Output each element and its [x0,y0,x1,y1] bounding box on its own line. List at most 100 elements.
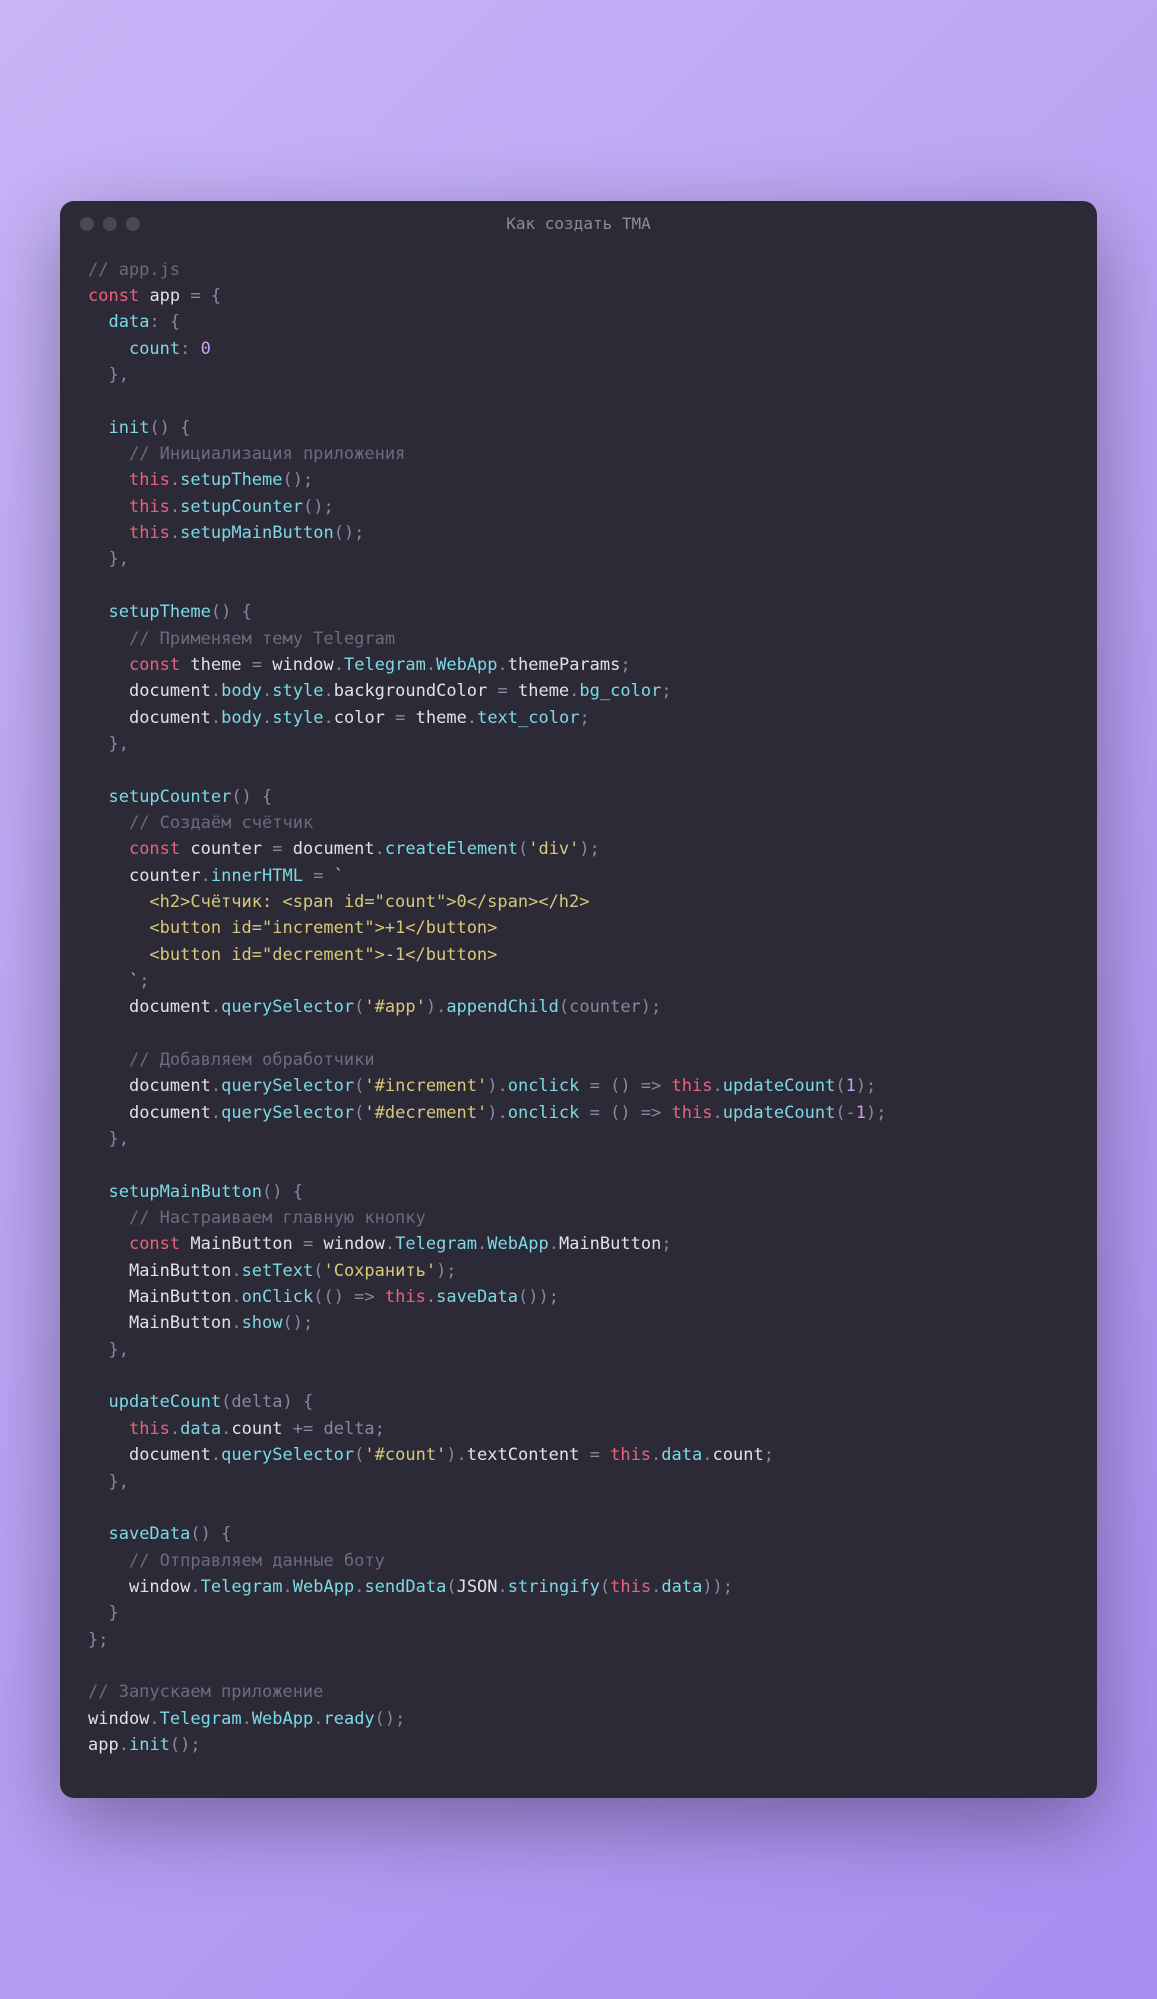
string: <button id="increment">+1</button> [88,918,497,938]
punct: ). [487,1103,507,1123]
punct: = [303,866,334,886]
method: querySelector [221,1445,354,1465]
identifier: window [88,1709,149,1729]
punct: (); [375,1709,406,1729]
property: data [108,312,149,332]
punct: . [211,997,221,1017]
method: querySelector [221,1103,354,1123]
punct: . [467,708,477,728]
property: Telegram [344,655,426,675]
string: '#increment' [364,1076,487,1096]
punct: . [323,681,333,701]
punct: . [201,866,211,886]
code-comment: // Запускаем приложение [88,1682,323,1702]
identifier: window [272,655,333,675]
punct: . [262,681,272,701]
punct: ( [835,1076,845,1096]
punct: : [180,339,200,359]
identifier: document [129,1445,211,1465]
punct: ). [487,1076,507,1096]
property: onclick [508,1076,580,1096]
punct: . [477,1234,487,1254]
keyword: this [610,1445,651,1465]
keyword: const [129,655,180,675]
string: '#count' [364,1445,446,1465]
punct: = [242,655,273,675]
punct: () { [149,418,190,438]
keyword: this [610,1577,651,1597]
keyword: this [129,1419,170,1439]
minimize-icon[interactable] [103,217,117,231]
punct: . [712,1103,722,1123]
identifier: theme [190,655,241,675]
identifier: counter [129,866,201,886]
punct: . [231,1287,241,1307]
punct: ( [518,839,528,859]
close-icon[interactable] [80,217,94,231]
method: createElement [385,839,518,859]
keyword: const [129,839,180,859]
method: appendChild [446,997,559,1017]
punct: ). [426,997,446,1017]
identifier: window [129,1577,190,1597]
method: saveData [108,1524,190,1544]
string: ` [334,866,344,886]
punct: . [354,1577,364,1597]
method: ready [323,1709,374,1729]
property: data [661,1577,702,1597]
keyword: this [129,470,170,490]
method: show [242,1313,283,1333]
identifier: MainButton [129,1287,231,1307]
punct: }, [108,1340,128,1360]
string: '#decrement' [364,1103,487,1123]
code-window: Как создать TMA // app.js const app = { … [60,201,1097,1799]
punct: ); [866,1103,886,1123]
identifier: theme [518,681,569,701]
punct: . [702,1445,712,1465]
maximize-icon[interactable] [126,217,140,231]
method: setupTheme [108,602,210,622]
punct: } [108,1603,118,1623]
punct: . [211,708,221,728]
identifier: document [293,839,375,859]
punct: = [293,1234,324,1254]
punct: (- [835,1103,855,1123]
punct: . [375,839,385,859]
string: 'Сохранить' [323,1261,436,1281]
method: onClick [242,1287,314,1307]
property: data [180,1419,221,1439]
punct: . [385,1234,395,1254]
method: setText [242,1261,314,1281]
punct: . [651,1577,661,1597]
property: count [129,339,180,359]
punct: . [170,1419,180,1439]
method: updateCount [723,1076,836,1096]
punct: . [221,1419,231,1439]
punct: ); [856,1076,876,1096]
method: setupMainButton [108,1182,262,1202]
punct: (delta) { [221,1392,313,1412]
identifier: document [129,997,211,1017]
number: 1 [846,1076,856,1096]
punct: ( [354,1076,364,1096]
property: textContent [467,1445,580,1465]
punct: = [579,1076,610,1096]
code-comment: // Добавляем обработчики [129,1050,375,1070]
punct: (); [334,523,365,543]
punct: (); [283,1313,314,1333]
punct: . [712,1076,722,1096]
property: bg_color [579,681,661,701]
punct: () { [190,1524,231,1544]
punct: () { [262,1182,303,1202]
punct: () { [231,787,272,807]
punct: () { [211,602,252,622]
method: sendData [364,1577,446,1597]
keyword: this [672,1076,713,1096]
code-block[interactable]: // app.js const app = { data: { count: 0… [60,247,1097,1799]
identifier: document [129,1076,211,1096]
punct: ( [354,1103,364,1123]
punct: ( [313,1287,323,1307]
punct: ()); [518,1287,559,1307]
string: 'div' [528,839,579,859]
punct: ); [436,1261,456,1281]
